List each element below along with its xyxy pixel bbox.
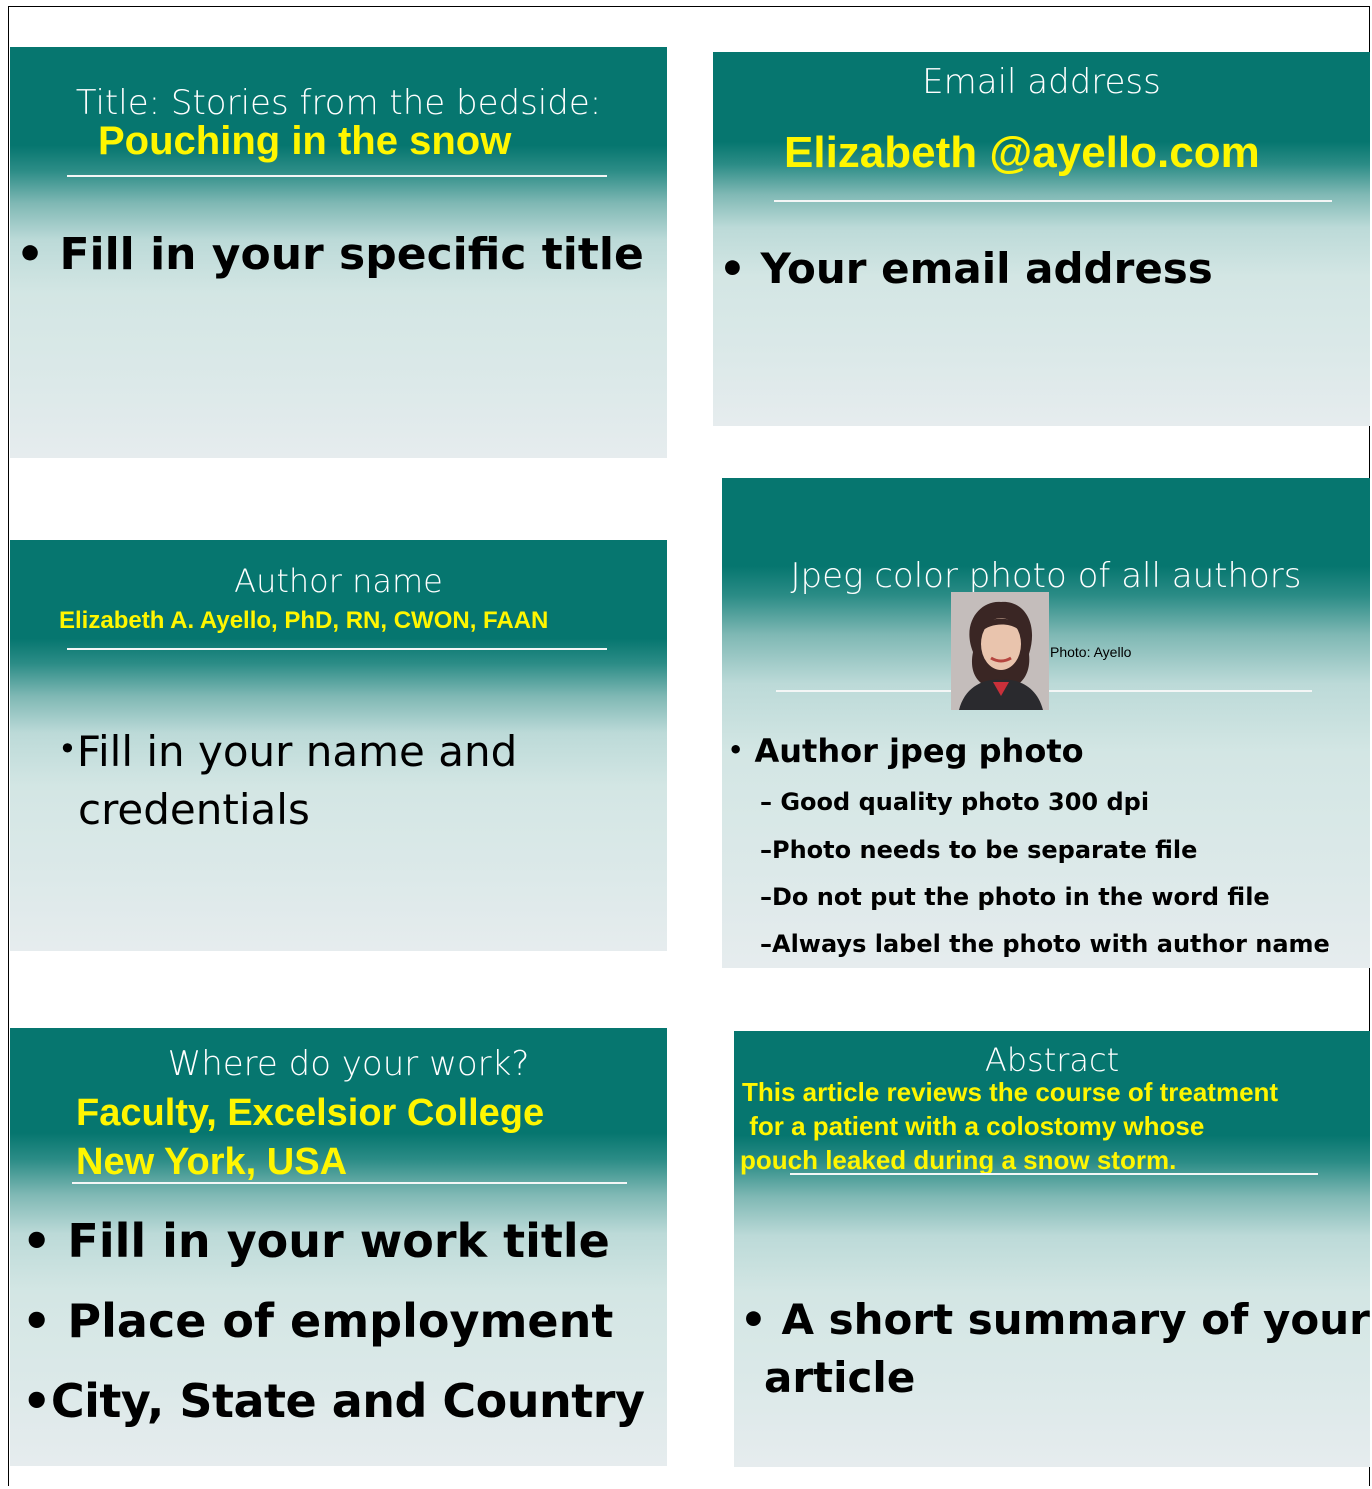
- bullet-item: • Fill in your specific title: [16, 229, 644, 280]
- slide-photo: Jpeg color photo of all authors Photo: A…: [722, 478, 1370, 968]
- dash-glyph: –: [760, 788, 772, 816]
- sub-bullet-text: Photo needs to be separate file: [772, 836, 1198, 864]
- bullet-item: •Fill in your name and credentials: [58, 720, 517, 839]
- slide-heading: Author name: [234, 562, 443, 600]
- bullet-item: •City, State and Country: [22, 1374, 645, 1428]
- bullet-text-line2: article: [764, 1353, 916, 1402]
- sub-bullet-text: Do not put the photo in the word file: [772, 883, 1270, 911]
- sub-bullet: –Always label the photo with author name: [760, 930, 1330, 958]
- sub-bullet-text: Good quality photo 300 dpi: [780, 788, 1150, 816]
- author-portrait-image: [951, 592, 1049, 710]
- sub-bullet: –Photo needs to be separate file: [760, 836, 1197, 864]
- bullet-glyph: •: [22, 1374, 51, 1428]
- slide-work: Where do your work? Faculty, Excelsior C…: [10, 1028, 667, 1466]
- bullet-text: Your email address: [760, 244, 1213, 293]
- bullet-item: • Author jpeg photo: [728, 732, 1084, 770]
- dash-glyph: –: [760, 836, 772, 864]
- slide-highlight: Elizabeth @ayello.com: [784, 128, 1260, 177]
- bullet-glyph: •: [728, 736, 744, 764]
- slide-heading: Where do your work?: [167, 1044, 530, 1084]
- slide-highlight-line1: Faculty, Excelsior College: [76, 1092, 545, 1134]
- slide-highlight-line2: New York, USA: [76, 1141, 348, 1183]
- dash-glyph: –: [760, 883, 772, 911]
- slide-highlight: Pouching in the snow: [98, 119, 512, 163]
- slide-rule: [72, 1182, 627, 1184]
- bullet-text: Author jpeg photo: [754, 732, 1084, 770]
- bullet-text: Fill in your specific title: [59, 229, 644, 280]
- dash-glyph: –: [760, 930, 772, 958]
- sub-bullet-text: Always label the photo with author name: [772, 930, 1330, 958]
- bullet-item: • Your email address: [719, 244, 1213, 293]
- slide-heading: Title: Stories from the bedside:: [75, 83, 602, 123]
- slide-highlight: Elizabeth A. Ayello, PhD, RN, CWON, FAAN: [59, 607, 549, 634]
- slide-author: Author name Elizabeth A. Ayello, PhD, RN…: [10, 540, 667, 951]
- slide-heading: Abstract: [984, 1041, 1120, 1079]
- bullet-item: • A short summary of your article: [740, 1291, 1370, 1407]
- bullet-glyph: •: [22, 1294, 52, 1348]
- bullet-glyph: •: [58, 730, 77, 768]
- abstract-line: for a patient with a colostomy whose: [742, 1111, 1205, 1141]
- slide-rule: [774, 200, 1332, 202]
- abstract-line: pouch leaked during a snow storm.: [740, 1145, 1177, 1175]
- author-photo: [951, 592, 1049, 710]
- slide-rule: [67, 175, 607, 177]
- bullet-text: Place of employment: [67, 1294, 614, 1348]
- slide-heading: Jpeg color photo of all authors: [790, 556, 1302, 596]
- bullet-item: • Fill in your work title: [22, 1214, 610, 1268]
- bullet-text-line1: Fill in your name and: [76, 727, 518, 776]
- slide-rule: [67, 648, 607, 650]
- sub-bullet: – Good quality photo 300 dpi: [760, 788, 1149, 816]
- abstract-line: This article reviews the course of treat…: [742, 1077, 1279, 1107]
- bullet-glyph: •: [22, 1214, 52, 1268]
- slide-rule: [790, 1173, 1318, 1175]
- bullet-glyph: •: [740, 1295, 767, 1344]
- slide-email: Email address Elizabeth @ayello.com • Yo…: [713, 52, 1370, 426]
- bullet-text-line2: credentials: [78, 785, 310, 834]
- sub-bullet: –Do not put the photo in the word file: [760, 883, 1270, 911]
- bullet-item: • Place of employment: [22, 1294, 613, 1348]
- slide-title: Title: Stories from the bedside: Pouchin…: [10, 47, 667, 458]
- bullet-glyph: •: [719, 244, 746, 293]
- photo-caption: Photo: Ayello: [1050, 644, 1132, 660]
- bullet-text: City, State and Country: [50, 1374, 645, 1428]
- slide-heading: Email address: [922, 62, 1161, 102]
- bullet-glyph: •: [16, 229, 45, 280]
- bullet-text-line1: A short summary of your: [781, 1295, 1370, 1344]
- bullet-text: Fill in your work title: [67, 1214, 610, 1268]
- slide-abstract: Abstract This article reviews the course…: [734, 1031, 1370, 1467]
